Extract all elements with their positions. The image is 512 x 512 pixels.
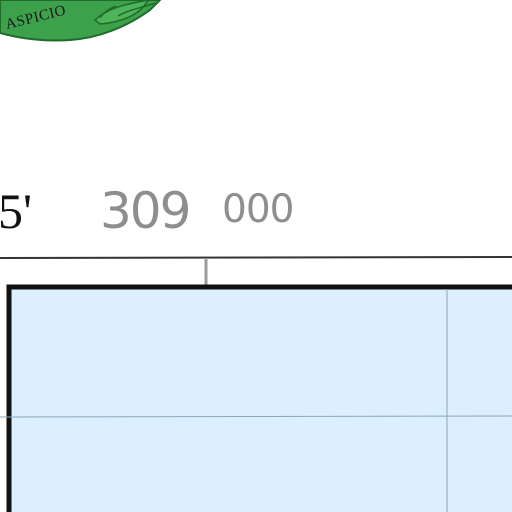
- water-area: [6, 284, 512, 512]
- map-sheet: ASPICIO 5' 309 000: [0, 0, 512, 512]
- map-frame: [0, 256, 512, 512]
- neatline-outer: [0, 256, 512, 259]
